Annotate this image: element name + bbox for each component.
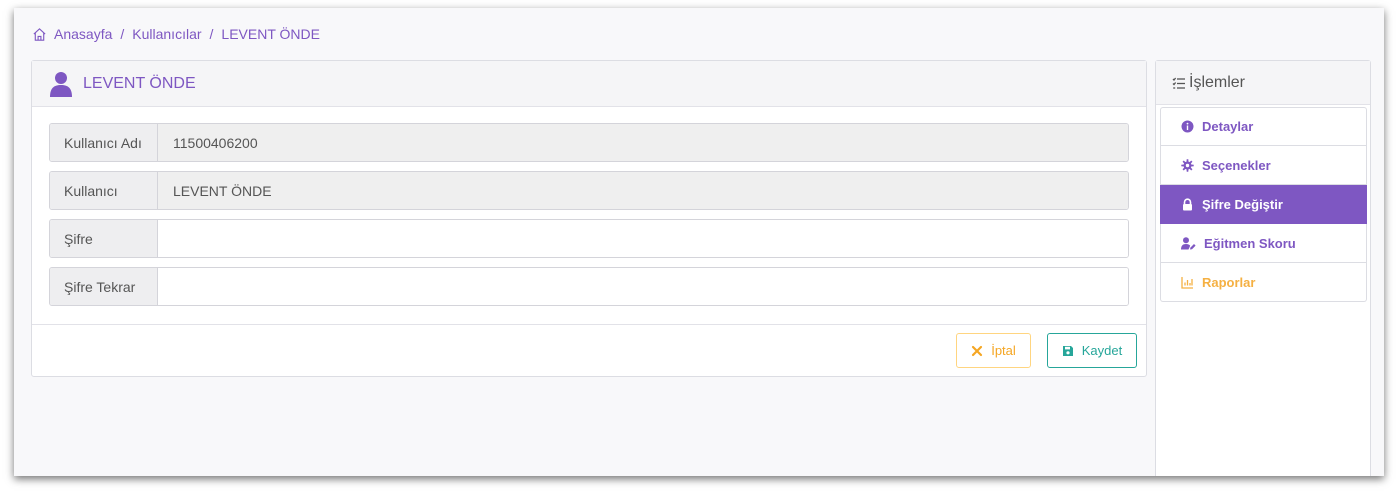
menu-item-label: Seçenekler xyxy=(1202,157,1271,173)
field-label: Şifre Tekrar xyxy=(50,268,158,305)
cancel-button[interactable]: İptal xyxy=(956,333,1031,368)
user-icon xyxy=(50,71,72,97)
fullname-field: Kullanıcı LEVENT ÖNDE xyxy=(49,171,1129,210)
breadcrumb-current: LEVENT ÖNDE xyxy=(221,26,320,42)
save-label: Kaydet xyxy=(1081,343,1123,358)
password-input[interactable] xyxy=(158,220,1128,257)
password-field: Şifre xyxy=(49,219,1129,258)
breadcrumb-users-link[interactable]: Kullanıcılar xyxy=(132,26,201,42)
gear-icon xyxy=(1181,158,1194,172)
actions-sidebar: İşlemler Detaylar Seçenekler Şifre Değiş… xyxy=(1155,60,1371,476)
fullname-value: LEVENT ÖNDE xyxy=(158,172,1128,209)
breadcrumb-separator: / xyxy=(120,26,125,42)
menu-item-options[interactable]: Seçenekler xyxy=(1160,146,1367,185)
chart-icon xyxy=(1181,276,1193,289)
card-header: LEVENT ÖNDE xyxy=(32,61,1146,107)
cancel-label: İptal xyxy=(991,343,1016,358)
menu-item-change-password[interactable]: Şifre Değiştir xyxy=(1160,185,1367,224)
card-title: LEVENT ÖNDE xyxy=(83,74,196,92)
menu-item-reports[interactable]: Raporlar xyxy=(1160,263,1367,302)
menu-item-label: Eğitmen Skoru xyxy=(1204,235,1296,251)
card-footer: İptal Kaydet xyxy=(32,324,1146,376)
breadcrumb-separator: / xyxy=(209,26,214,42)
sidebar-header: İşlemler xyxy=(1156,61,1370,105)
menu-item-instructor-score[interactable]: Eğitmen Skoru xyxy=(1160,224,1367,263)
field-label: Kullanıcı Adı xyxy=(50,124,158,161)
sidebar-title: İşlemler xyxy=(1189,73,1246,91)
save-button[interactable]: Kaydet xyxy=(1047,333,1137,368)
user-edit-icon xyxy=(1181,236,1196,249)
actions-menu: Detaylar Seçenekler Şifre Değiştir Eğitm… xyxy=(1156,105,1370,302)
floppy-disk-icon xyxy=(1062,345,1073,356)
menu-item-label: Detaylar xyxy=(1202,119,1254,134)
menu-item-label: Şifre Değiştir xyxy=(1202,196,1283,212)
home-icon[interactable] xyxy=(32,27,47,42)
breadcrumb: Anasayfa / Kullanıcılar / LEVENT ÖNDE xyxy=(32,26,320,42)
list-check-icon xyxy=(1172,77,1185,89)
username-value: 11500406200 xyxy=(158,124,1128,161)
password-repeat-input[interactable] xyxy=(158,268,1128,305)
breadcrumb-home-link[interactable]: Anasayfa xyxy=(54,26,112,42)
menu-item-label: Raporlar xyxy=(1202,274,1256,290)
password-repeat-field: Şifre Tekrar xyxy=(49,267,1129,306)
field-label: Kullanıcı xyxy=(50,172,158,209)
close-icon xyxy=(972,345,983,356)
info-circle-icon xyxy=(1181,120,1194,133)
user-card: LEVENT ÖNDE Kullanıcı Adı 11500406200 Ku… xyxy=(31,60,1147,377)
lock-icon xyxy=(1183,197,1192,210)
username-field: Kullanıcı Adı 11500406200 xyxy=(49,123,1129,162)
field-label: Şifre xyxy=(50,220,158,257)
card-body: Kullanıcı Adı 11500406200 Kullanıcı LEVE… xyxy=(32,107,1146,306)
app-window: Anasayfa / Kullanıcılar / LEVENT ÖNDE LE… xyxy=(14,8,1384,476)
menu-item-details[interactable]: Detaylar xyxy=(1160,107,1367,146)
